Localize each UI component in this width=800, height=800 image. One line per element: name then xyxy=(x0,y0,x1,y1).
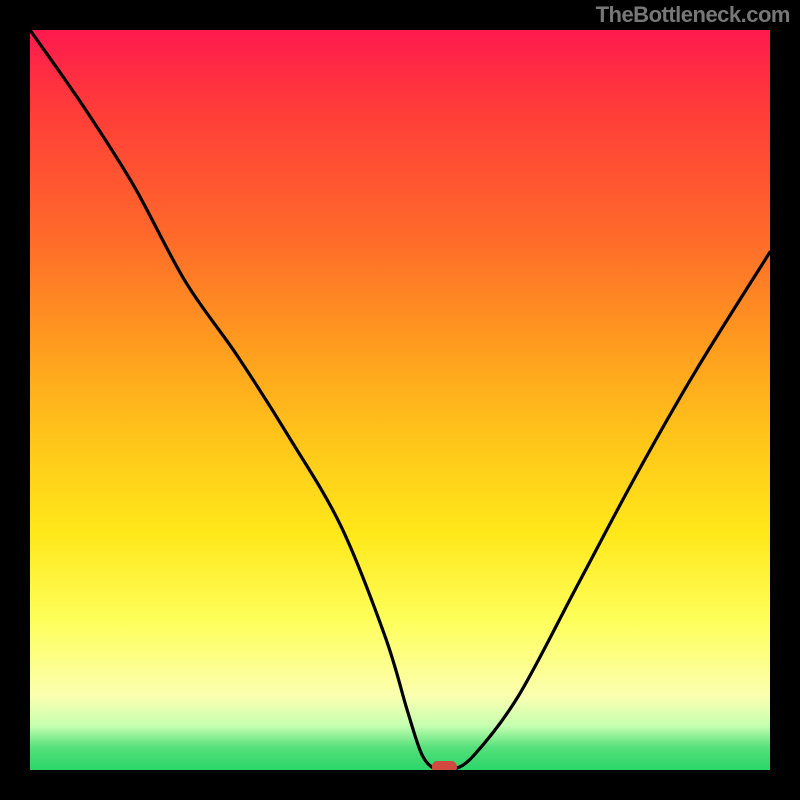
optimal-marker xyxy=(432,762,456,771)
bottleneck-curve xyxy=(30,30,770,770)
watermark-text: TheBottleneck.com xyxy=(596,2,790,28)
plot-area xyxy=(30,30,770,770)
chart-frame: TheBottleneck.com xyxy=(0,0,800,800)
curve-svg xyxy=(30,30,770,770)
